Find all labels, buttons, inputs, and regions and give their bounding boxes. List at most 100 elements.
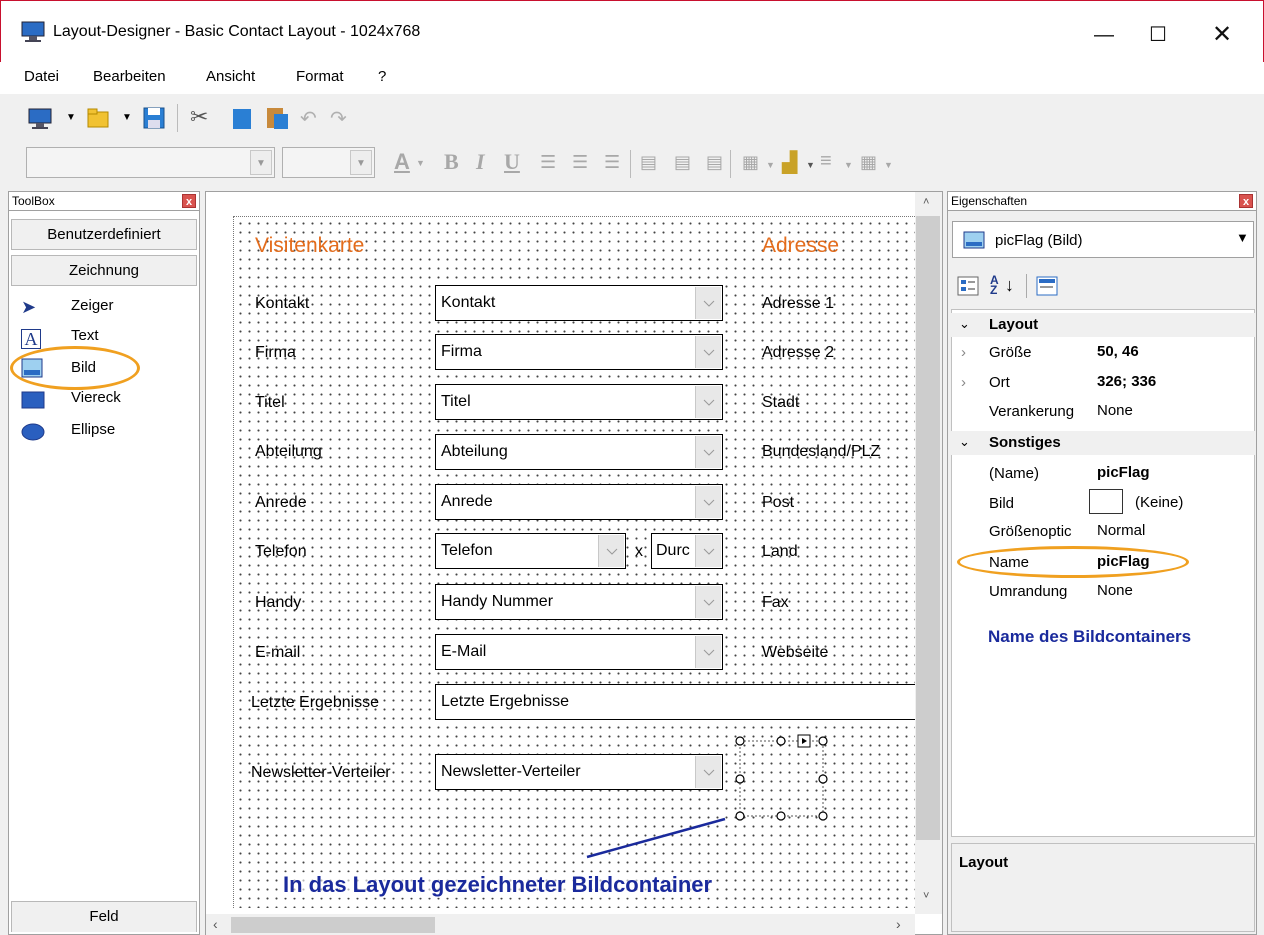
chevron-down-icon[interactable] — [695, 636, 721, 668]
underline-icon[interactable]: U — [504, 149, 520, 175]
chevron-down-icon[interactable] — [695, 535, 721, 567]
label-adresse-1[interactable]: Adresse 1 — [762, 295, 834, 313]
label-anrede[interactable]: Anrede — [255, 494, 307, 512]
heading-visitenkarte[interactable]: Visitenkarte — [255, 234, 364, 258]
vertical-scrollbar[interactable]: ˄ ˅ — [915, 192, 942, 914]
open-folder-icon[interactable] — [86, 106, 112, 130]
chevron-right-icon[interactable]: › — [961, 374, 966, 391]
chevron-down-icon[interactable] — [695, 386, 721, 418]
label-fax[interactable]: Fax — [762, 594, 789, 612]
shadow-icon[interactable]: ▦ — [860, 152, 877, 173]
chevron-down-icon[interactable] — [695, 336, 721, 368]
field-kontakt[interactable]: Kontakt — [435, 285, 723, 321]
menu-ansicht[interactable]: Ansicht — [206, 68, 255, 85]
property-group-sonstiges[interactable]: ⌄ Sonstiges — [951, 431, 1255, 455]
property-name-paren[interactable]: (Name) picFlag — [951, 462, 1255, 486]
chevron-left-icon[interactable]: ‹ — [213, 916, 218, 932]
field-email[interactable]: E-Mail — [435, 634, 723, 670]
label-post[interactable]: Post — [762, 494, 794, 512]
property-group-layout[interactable]: ⌄ Layout — [951, 313, 1255, 337]
monitor-icon[interactable] — [28, 108, 54, 130]
chevron-down-icon[interactable]: ▼ — [884, 160, 893, 170]
chevron-up-icon[interactable]: ˄ — [923, 196, 929, 208]
label-letzte-ergebnisse[interactable]: Letzte Ergebnisse — [251, 694, 379, 712]
align-center-icon[interactable]: ☰ — [572, 152, 588, 173]
align-left-icon[interactable]: ☰ — [540, 152, 556, 173]
label-adresse-2[interactable]: Adresse 2 — [762, 344, 834, 362]
label-titel[interactable]: Titel — [255, 394, 285, 412]
categorized-icon[interactable] — [957, 276, 979, 296]
scrollbar-thumb[interactable] — [916, 216, 940, 840]
label-firma[interactable]: Firma — [255, 344, 296, 362]
label-abteilung[interactable]: Abteilung — [255, 443, 322, 461]
maximize-button[interactable]: ☐ — [1135, 15, 1181, 55]
label-email[interactable]: E-mail — [255, 644, 300, 662]
property-bild[interactable]: Bild (Keine) — [951, 489, 1255, 516]
chevron-down-icon[interactable] — [598, 535, 624, 567]
border-icon[interactable]: ▦ — [742, 152, 759, 173]
label-handy[interactable]: Handy — [255, 594, 301, 612]
property-umrandung[interactable]: Umrandung None — [951, 580, 1255, 604]
menu-bearbeiten[interactable]: Bearbeiten — [93, 68, 166, 85]
font-color-icon[interactable]: A — [394, 149, 410, 175]
label-land[interactable]: Land — [762, 543, 798, 561]
chevron-down-icon[interactable] — [695, 486, 721, 518]
chevron-down-icon[interactable]: ▼ — [1236, 230, 1249, 245]
undo-icon[interactable]: ↶ — [300, 106, 317, 131]
font-size-select[interactable]: ▼ — [282, 147, 375, 178]
field-abteilung[interactable]: Abteilung — [435, 434, 723, 470]
copy-icon[interactable] — [230, 106, 254, 130]
sort-arrow-icon[interactable]: ↓ — [1005, 275, 1014, 296]
chevron-down-icon[interactable] — [695, 756, 721, 788]
chevron-down-icon[interactable]: ▼ — [766, 160, 775, 170]
close-icon[interactable]: x — [182, 194, 196, 208]
toolbox-section-feld[interactable]: Feld — [11, 901, 197, 932]
label-stadt[interactable]: Stadt — [762, 394, 799, 412]
fill-color-icon[interactable]: ▟ — [782, 150, 797, 175]
field-titel[interactable]: Titel — [435, 384, 723, 420]
field-newsletter-verteiler[interactable]: Newsletter-Verteiler — [435, 754, 723, 790]
chevron-down-icon[interactable]: ▼ — [416, 158, 425, 168]
bold-icon[interactable]: B — [444, 149, 459, 175]
image-preview-box[interactable] — [1089, 489, 1123, 514]
align-right-icon[interactable]: ☰ — [604, 152, 620, 173]
label-bundesland-plz[interactable]: Bundesland/PLZ — [762, 443, 880, 461]
property-groessenoption[interactable]: Größenoptic Normal — [951, 520, 1255, 544]
field-durchwahl[interactable]: Durc — [651, 533, 723, 569]
chevron-down-icon[interactable]: ▼ — [806, 160, 815, 170]
field-letzte-ergebnisse[interactable]: Letzte Ergebnisse — [435, 684, 915, 720]
field-telefon[interactable]: Telefon — [435, 533, 626, 569]
close-button[interactable]: ✕ — [1199, 15, 1245, 55]
property-verankerung[interactable]: Verankerung None — [951, 400, 1255, 424]
menu-help[interactable]: ? — [378, 68, 386, 85]
field-anrede[interactable]: Anrede — [435, 484, 723, 520]
label-telefon[interactable]: Telefon — [255, 543, 307, 561]
cut-icon[interactable]: ✂ — [190, 104, 208, 130]
save-icon[interactable] — [142, 106, 166, 130]
property-pages-icon[interactable] — [1036, 276, 1058, 296]
chevron-right-icon[interactable]: › — [896, 916, 901, 932]
field-firma[interactable]: Firma — [435, 334, 723, 370]
chevron-down-icon[interactable]: ▼ — [66, 112, 76, 123]
close-icon[interactable]: x — [1239, 194, 1253, 208]
label-kontakt[interactable]: Kontakt — [255, 295, 309, 313]
horizontal-scrollbar[interactable]: ‹ › — [206, 914, 915, 935]
label-newsletter-verteiler[interactable]: Newsletter-Verteiler — [251, 764, 391, 782]
chevron-down-icon[interactable] — [695, 586, 721, 618]
menu-format[interactable]: Format — [296, 68, 344, 85]
line-style-icon[interactable]: ≡ — [820, 150, 832, 173]
align-bottom-icon[interactable]: ▤ — [706, 152, 723, 173]
field-handy[interactable]: Handy Nummer — [435, 584, 723, 620]
toolbox-section-zeichnung[interactable]: Zeichnung — [11, 255, 197, 286]
chevron-right-icon[interactable]: › — [961, 344, 966, 361]
label-webseite[interactable]: Webseite — [762, 644, 828, 662]
menu-datei[interactable]: Datei — [24, 68, 59, 85]
chevron-down-icon[interactable]: ˅ — [923, 890, 929, 902]
minimize-button[interactable]: — — [1081, 15, 1127, 55]
property-groesse[interactable]: › Größe 50, 46 — [951, 341, 1255, 365]
chevron-down-icon[interactable] — [695, 436, 721, 468]
sort-alpha-icon[interactable]: A Z — [990, 274, 1002, 296]
object-selector[interactable]: picFlag (Bild) ▼ — [952, 221, 1254, 258]
italic-icon[interactable]: I — [476, 149, 485, 175]
chevron-down-icon[interactable] — [695, 287, 721, 319]
